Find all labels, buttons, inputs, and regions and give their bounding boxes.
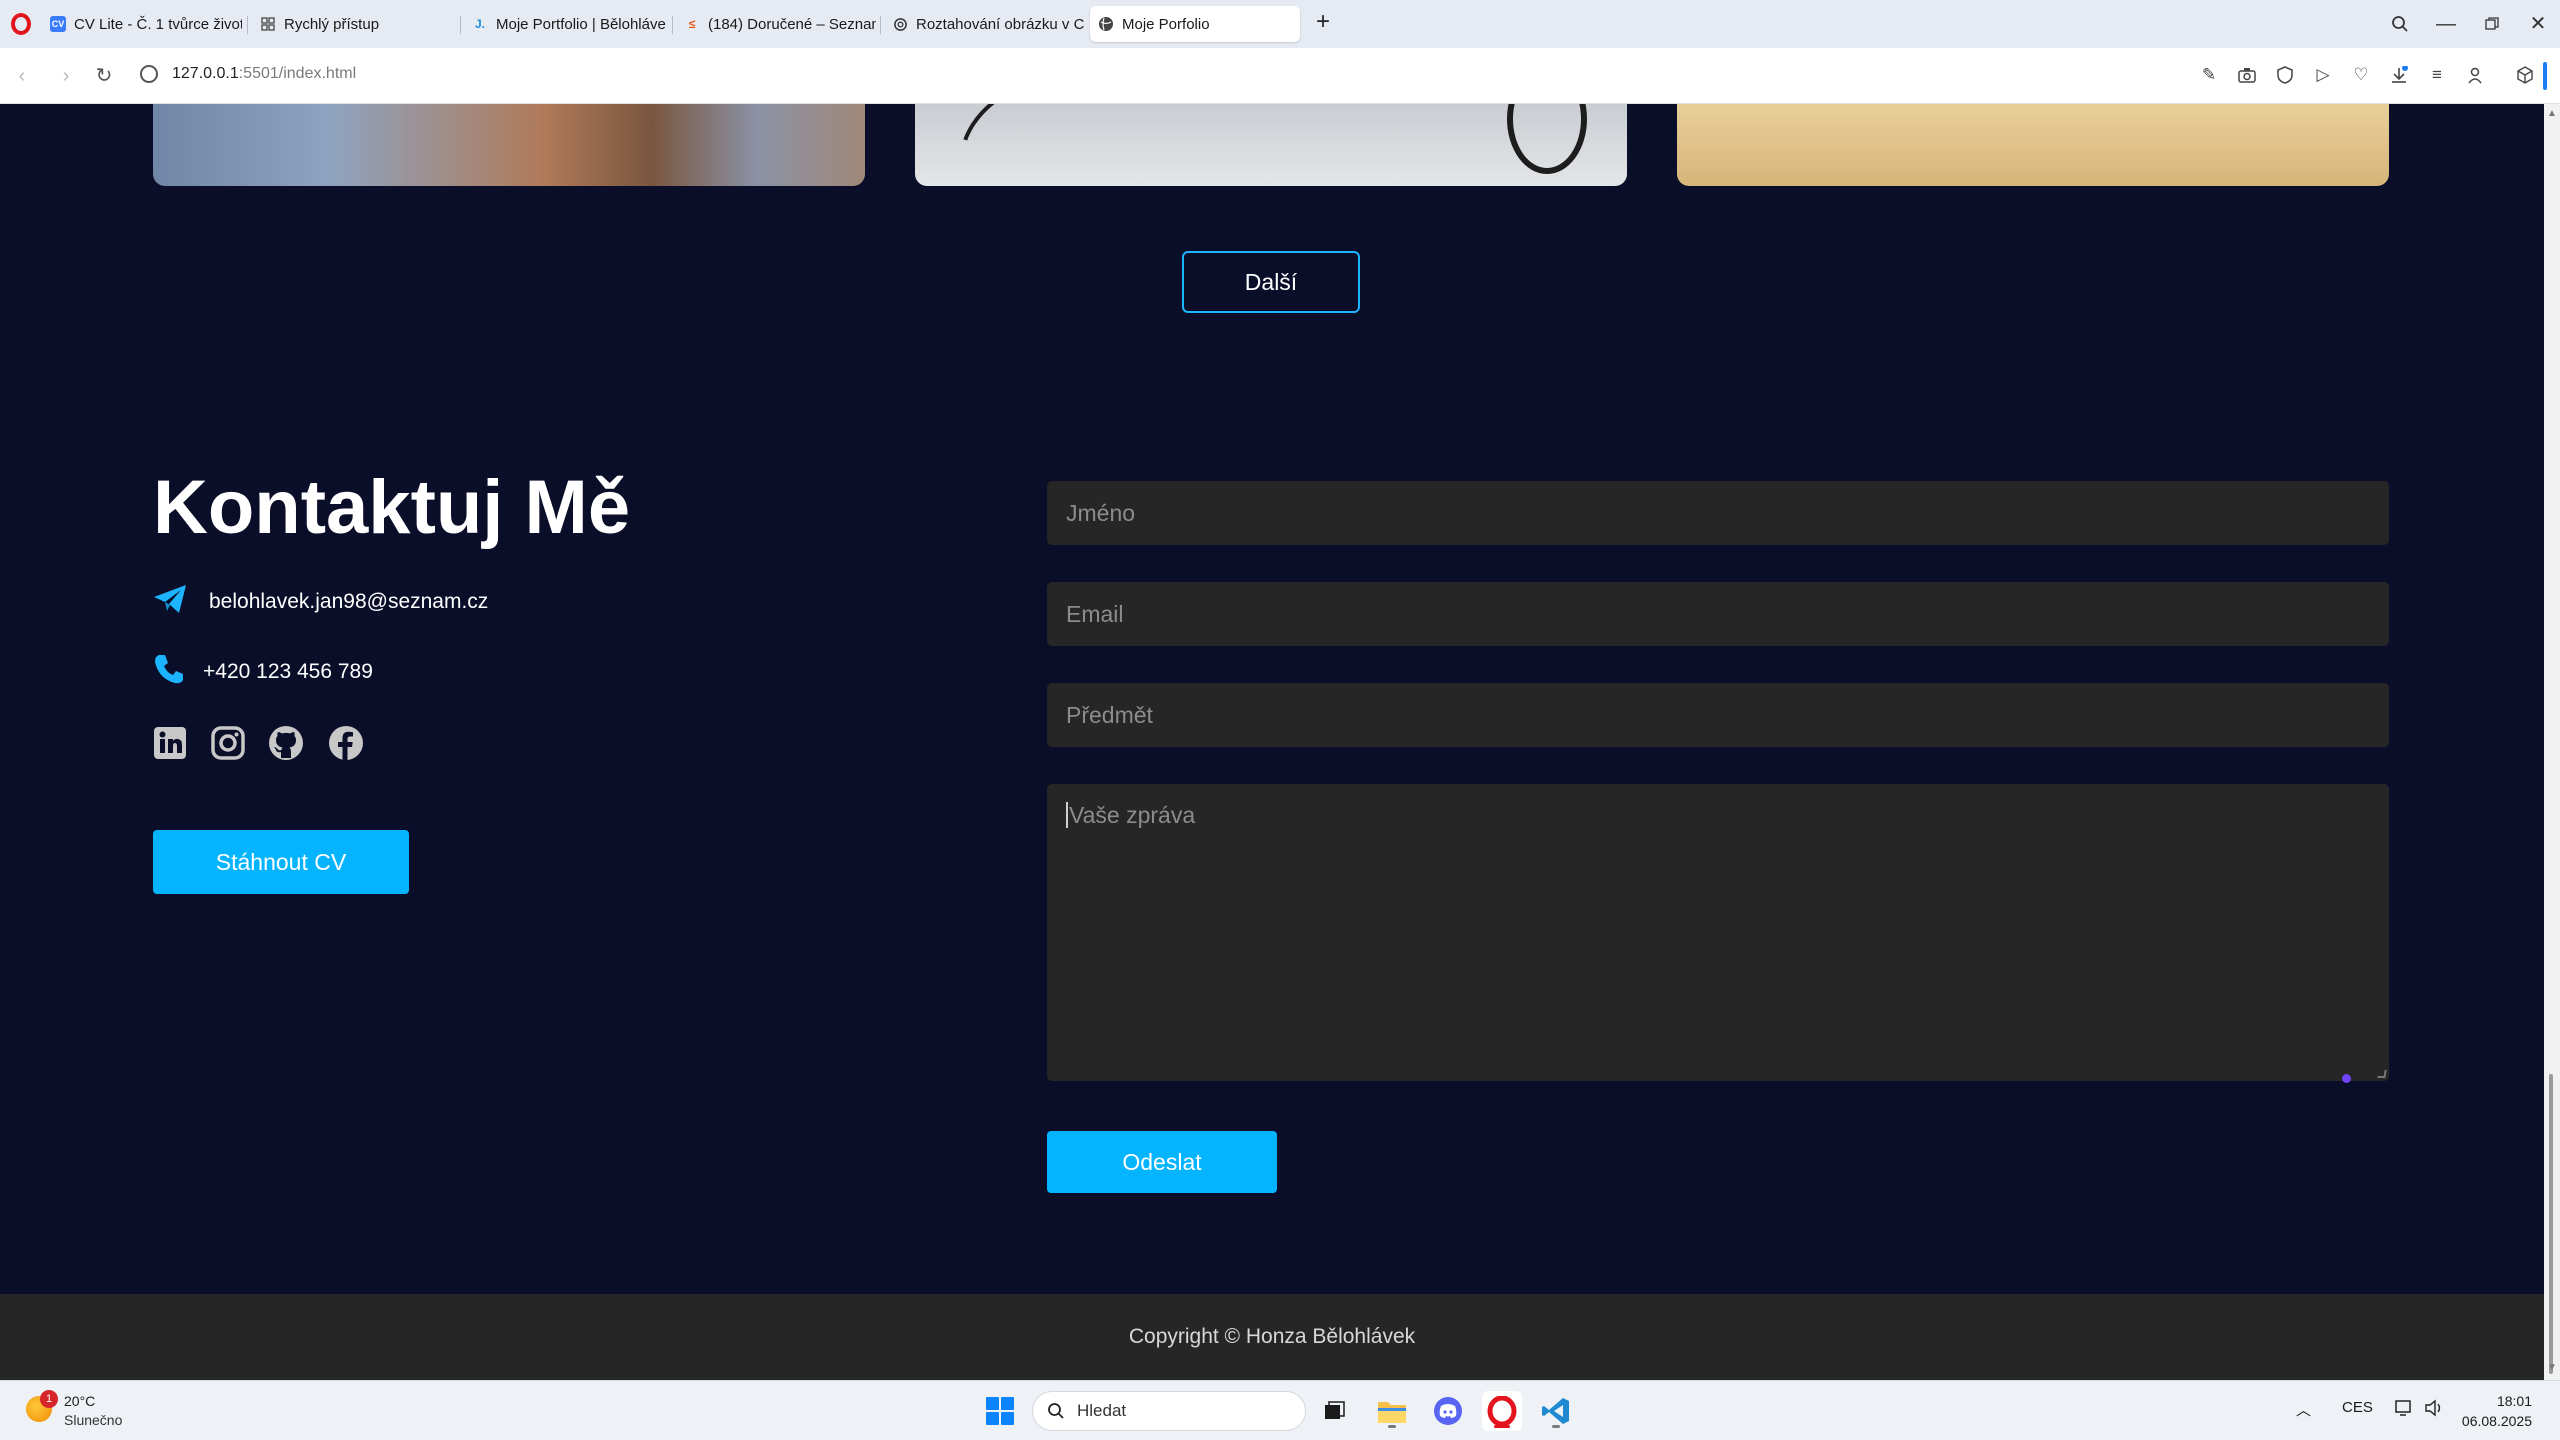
url-host: 127.0.0.1: [172, 65, 239, 82]
task-view-icon[interactable]: [1314, 1391, 1354, 1431]
language-indicator[interactable]: CES: [2342, 1399, 2373, 1416]
subject-field[interactable]: Předmět: [1047, 683, 2389, 747]
easy-setup-icon[interactable]: ≡: [2424, 62, 2450, 88]
globe-icon: [1098, 16, 1114, 32]
github-icon[interactable]: [268, 725, 304, 761]
volume-icon[interactable]: [2424, 1399, 2444, 1421]
page-scrollbar[interactable]: ▲ ▼: [2544, 104, 2560, 1380]
downloads-icon[interactable]: [2386, 62, 2412, 88]
tab-cv-lite[interactable]: CV CV Lite - Č. 1 tvůrce životopisů: [42, 6, 242, 42]
more-projects-button[interactable]: Další: [1182, 251, 1360, 313]
weather-temperature[interactable]: 20°C: [64, 1393, 95, 1409]
project-image-2[interactable]: [915, 104, 1627, 186]
contact-email-row: belohlavek.jan98@seznam.cz: [153, 584, 488, 620]
file-explorer-icon[interactable]: [1372, 1391, 1412, 1431]
cursor-dot: [2342, 1074, 2351, 1083]
j-logo-icon: J.: [474, 17, 485, 31]
linkedin-icon[interactable]: [152, 725, 188, 761]
taskbar-search[interactable]: Hledat: [1032, 1391, 1306, 1431]
clock-date: 06.08.2025: [2461, 1413, 2532, 1429]
site-info-icon[interactable]: [140, 65, 158, 83]
paper-plane-icon: [153, 584, 209, 620]
opera-taskbar-icon[interactable]: [1482, 1391, 1522, 1431]
windows-start-icon[interactable]: [986, 1397, 1014, 1425]
tab-seznam-email[interactable]: ≤ (184) Doručené – Seznam Email: [676, 6, 876, 42]
search-icon: [1048, 1403, 1064, 1419]
facebook-icon[interactable]: [328, 725, 364, 761]
minimize-icon[interactable]: —: [2432, 10, 2460, 38]
instagram-icon[interactable]: [210, 725, 246, 761]
message-textarea-placeholder: Vaše zpráva: [1069, 802, 1196, 828]
tab-portfolio-belohlavek[interactable]: J. Moje Portfolio | Bělohlávek: [464, 6, 666, 42]
scroll-thumb[interactable]: [2549, 1074, 2553, 1374]
new-tab-button[interactable]: +: [1310, 10, 1336, 36]
tray-chevron-up-icon[interactable]: ︿: [2296, 1399, 2311, 1420]
tab-label: CV Lite - Č. 1 tvůrce životopisů: [74, 15, 242, 33]
cv-lite-icon: CV: [50, 16, 66, 32]
back-icon[interactable]: ‹: [8, 62, 36, 90]
tab-label: Moje Portfolio | Bělohlávek: [496, 15, 666, 33]
contact-phone-row: +420 123 456 789: [153, 653, 373, 691]
phone-icon: [153, 653, 203, 691]
reload-icon[interactable]: ↻: [90, 62, 118, 90]
resize-handle-icon[interactable]: [2377, 1070, 2387, 1078]
profile-icon[interactable]: [2462, 62, 2488, 88]
email-field[interactable]: Email: [1047, 582, 2389, 646]
browser-toolbar: ‹ › ↻ 127.0.0.1:5501/index.html ✎ ▷ ♡ ≡: [0, 48, 2560, 104]
subject-field-placeholder: Předmět: [1066, 701, 1153, 728]
copyright-text: Copyright © Honza Bělohlávek: [1128, 1325, 1416, 1348]
player-icon[interactable]: ▷: [2310, 62, 2336, 88]
scroll-down-icon[interactable]: ▼: [2546, 1362, 2558, 1374]
weather-badge: 1: [40, 1390, 58, 1408]
project-image-1[interactable]: [153, 104, 865, 186]
tab-moje-porfolio[interactable]: Moje Porfolio: [1090, 6, 1300, 42]
address-bar[interactable]: 127.0.0.1:5501/index.html: [172, 65, 356, 83]
tab-label: Moje Porfolio: [1122, 15, 1210, 33]
download-cv-button[interactable]: Stáhnout CV: [153, 830, 409, 894]
scroll-up-icon[interactable]: ▲: [2546, 108, 2558, 120]
tab-label: Rychlý přístup: [284, 15, 380, 33]
tab-label: Roztahování obrázku v CSS: [916, 15, 1084, 33]
discord-icon[interactable]: [1428, 1391, 1468, 1431]
search-placeholder: Hledat: [1077, 1401, 1127, 1420]
tab-chatgpt[interactable]: Roztahování obrázku v CSS: [884, 6, 1084, 42]
tab-quick-access[interactable]: Rychlý přístup: [252, 6, 452, 42]
forward-icon[interactable]: ›: [52, 62, 80, 90]
browser-tab-bar: CV CV Lite - Č. 1 tvůrce životopisů Rych…: [0, 0, 2560, 48]
grid-icon: [260, 16, 276, 32]
camera-icon[interactable]: [2234, 62, 2260, 88]
page-footer: Copyright © Honza Bělohlávek: [0, 1294, 2544, 1380]
seznam-icon: ≤: [688, 17, 696, 31]
weather-description[interactable]: Slunečno: [64, 1412, 122, 1428]
email-field-placeholder: Email: [1066, 600, 1124, 627]
edit-page-icon[interactable]: ✎: [2196, 62, 2222, 88]
network-icon[interactable]: [2394, 1399, 2414, 1421]
openai-icon: [892, 16, 908, 32]
extensions-icon[interactable]: [2512, 62, 2538, 88]
submit-button[interactable]: Odeslat: [1047, 1131, 1277, 1193]
close-window-icon[interactable]: ✕: [2524, 10, 2552, 38]
restore-icon[interactable]: [2478, 10, 2506, 38]
contact-title: Kontaktuj Mě: [153, 465, 631, 550]
page-viewport: Další Kontaktuj Mě belohlavek.jan98@sezn…: [0, 104, 2544, 1380]
opera-menu-icon[interactable]: [11, 13, 31, 35]
sidebar-indicator: [2543, 62, 2547, 90]
message-textarea[interactable]: Vaše zpráva: [1047, 784, 2389, 1083]
system-clock[interactable]: 18:01 06.08.2025: [2462, 1391, 2532, 1431]
project-image-3[interactable]: [1677, 104, 2389, 186]
tab-search-icon[interactable]: [2386, 10, 2414, 38]
text-caret: [1066, 802, 1068, 828]
vscode-icon[interactable]: [1536, 1391, 1576, 1431]
name-field[interactable]: Jméno: [1047, 481, 2389, 545]
shield-icon[interactable]: [2272, 62, 2298, 88]
contact-email[interactable]: belohlavek.jan98@seznam.cz: [209, 590, 488, 614]
heart-icon[interactable]: ♡: [2348, 62, 2374, 88]
tab-label: (184) Doručené – Seznam Email: [708, 15, 876, 33]
windows-taskbar: 1 20°C Slunečno Hledat ︿ CES 18:01 06.08…: [0, 1380, 2560, 1440]
name-field-placeholder: Jméno: [1066, 499, 1136, 526]
clock-time: 18:01: [2496, 1393, 2532, 1409]
url-path: :5501/index.html: [238, 65, 357, 82]
contact-phone[interactable]: +420 123 456 789: [203, 660, 373, 684]
